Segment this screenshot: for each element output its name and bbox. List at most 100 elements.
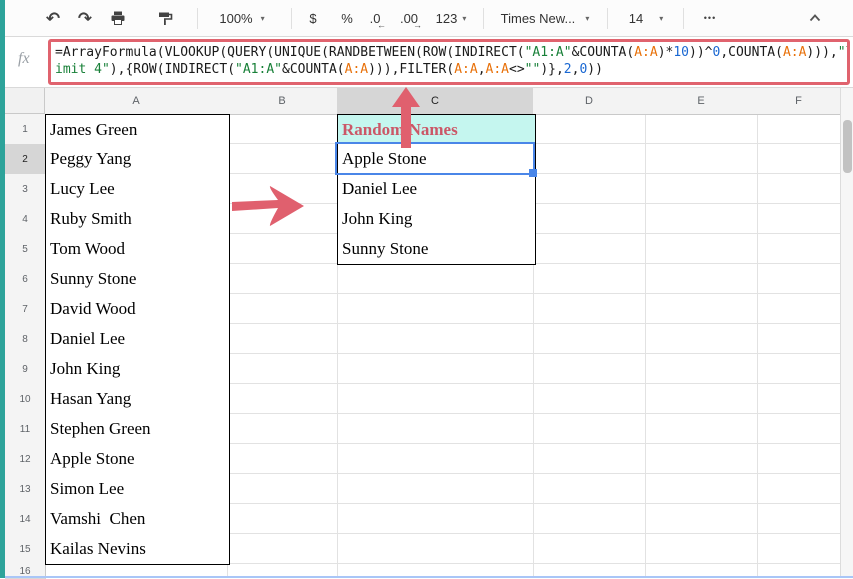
cell-a7[interactable]: David Wood — [45, 294, 230, 325]
spreadsheet-grid: A B C D E F 1 2 3 4 5 6 7 8 9 10 11 12 1… — [5, 88, 853, 578]
cell-a9[interactable]: John King — [45, 354, 230, 385]
vertical-scrollbar[interactable] — [840, 88, 853, 578]
formula-token: 2 — [564, 62, 572, 77]
row-header-7[interactable]: 7 — [5, 294, 46, 325]
row-header-13[interactable]: 13 — [5, 474, 46, 505]
cell-a14[interactable]: Vamshi Chen — [45, 504, 230, 535]
print-button[interactable] — [104, 4, 132, 32]
formula-bar: fx =ArrayFormula(VLOOKUP(QUERY(UNIQUE(RA… — [5, 37, 853, 88]
cell-a13[interactable]: Simon Lee — [45, 474, 230, 505]
formula-token: imit 4" — [55, 62, 110, 77]
cell-value: Stephen Green — [46, 419, 151, 439]
formula-token: "A1:A" — [235, 62, 282, 77]
chevron-up-icon — [807, 10, 823, 26]
cell-c3[interactable]: Daniel Lee — [337, 174, 536, 205]
fill-handle[interactable] — [529, 169, 537, 177]
cell-value: Ruby Smith — [46, 209, 132, 229]
formula-token: ,COUNTA( — [720, 45, 783, 60]
row-header-1[interactable]: 1 — [5, 114, 46, 145]
cell-a12[interactable]: Apple Stone — [45, 444, 230, 475]
row-header-8[interactable]: 8 — [5, 324, 46, 355]
zoom-select[interactable]: 100% ▾ — [211, 4, 273, 32]
undo-button[interactable]: ↶ — [39, 4, 67, 32]
cell-a8[interactable]: Daniel Lee — [45, 324, 230, 355]
font-family-select[interactable]: Times New... ▾ — [495, 4, 595, 32]
scrollbar-thumb[interactable] — [843, 120, 852, 173]
font-size-select[interactable]: 14 ▾ — [619, 4, 673, 32]
formula-input[interactable]: =ArrayFormula(VLOOKUP(QUERY(UNIQUE(RANDB… — [48, 39, 850, 85]
row-header-12[interactable]: 12 — [5, 444, 46, 475]
formula-token: "A1:A" — [525, 45, 572, 60]
more-options-button[interactable]: ••• — [695, 4, 725, 32]
formula-token: &COUNTA( — [282, 62, 345, 77]
formula-token: ))),FILTER( — [368, 62, 454, 77]
number-format-menu[interactable]: 123 ▾ — [429, 4, 473, 32]
cell-a5[interactable]: Tom Wood — [45, 234, 230, 265]
formula-line-2: imit 4"),{ROW(INDIRECT("A1:A"&COUNTA(A:A… — [55, 61, 843, 78]
row-header-5[interactable]: 5 — [5, 234, 46, 265]
more-ellipsis-icon: ••• — [704, 13, 716, 23]
row-header-6[interactable]: 6 — [5, 264, 46, 295]
paint-format-button[interactable] — [151, 4, 179, 32]
column-header-b[interactable]: B — [227, 88, 338, 115]
row-header-4[interactable]: 4 — [5, 204, 46, 235]
cell-value: Daniel Lee — [46, 329, 125, 349]
column-header-d[interactable]: D — [533, 88, 646, 115]
row-header-9[interactable]: 9 — [5, 354, 46, 385]
toolbar-separator — [197, 8, 198, 29]
row-header-11[interactable]: 11 — [5, 414, 46, 445]
formula-token: ))), — [806, 45, 837, 60]
row-header-10[interactable]: 10 — [5, 384, 46, 415]
cell-a1[interactable]: James Green — [45, 114, 230, 146]
row-header-15[interactable]: 15 — [5, 534, 46, 565]
column-header-f[interactable]: F — [757, 88, 841, 115]
formula-token: A:A — [454, 62, 477, 77]
paint-roller-icon — [157, 10, 173, 26]
vertical-gridline — [757, 114, 758, 578]
cell-c1-random-names-header[interactable]: Random Names — [337, 114, 536, 146]
row-header-14[interactable]: 14 — [5, 504, 46, 535]
toolbar-separator — [291, 8, 292, 29]
select-all-corner[interactable] — [5, 88, 45, 114]
column-header-c[interactable]: C — [337, 88, 534, 115]
cell-value: Peggy Yang — [46, 149, 131, 169]
cell-value: David Wood — [46, 299, 136, 319]
toolbar-separator — [607, 8, 608, 29]
hide-toolbar-button[interactable] — [801, 4, 829, 32]
dollar-icon: $ — [309, 11, 316, 26]
cell-c5[interactable]: Sunny Stone — [337, 234, 536, 265]
cell-a6[interactable]: Sunny Stone — [45, 264, 230, 295]
cell-c4[interactable]: John King — [337, 204, 536, 235]
cell-value: Hasan Yang — [46, 389, 131, 409]
cell-value: Sunny Stone — [338, 239, 428, 259]
redo-button[interactable]: ↷ — [71, 4, 99, 32]
formula-token: <> — [509, 62, 525, 77]
cell-a11[interactable]: Stephen Green — [45, 414, 230, 445]
cell-a4[interactable]: Ruby Smith — [45, 204, 230, 235]
toolbar-separator — [483, 8, 484, 29]
cell-value: Daniel Lee — [338, 179, 417, 199]
formula-token: ))^ — [689, 45, 712, 60]
cell-c2[interactable]: Apple Stone — [337, 144, 536, 175]
cell-a3[interactable]: Lucy Lee — [45, 174, 230, 205]
formula-token: )) — [587, 62, 603, 77]
row-header-3[interactable]: 3 — [5, 174, 46, 205]
formula-token: A:A — [486, 62, 509, 77]
percent-format-button[interactable]: % — [335, 4, 359, 32]
formula-token: 10 — [673, 45, 689, 60]
arrow-left-icon: ← — [377, 21, 386, 30]
formula-token: A:A — [783, 45, 806, 60]
cell-a2[interactable]: Peggy Yang — [45, 144, 230, 175]
cell-a10[interactable]: Hasan Yang — [45, 384, 230, 415]
cell-value: Vamshi Chen — [46, 509, 145, 529]
column-header-e[interactable]: E — [645, 88, 758, 115]
chevron-down-icon: ▾ — [585, 14, 589, 23]
cell-a15[interactable]: Kailas Nevins — [45, 534, 230, 565]
percent-icon: % — [341, 11, 353, 26]
formula-token: A:A — [634, 45, 657, 60]
column-header-a[interactable]: A — [45, 88, 228, 115]
formula-token: )}, — [540, 62, 563, 77]
currency-format-button[interactable]: $ — [301, 4, 325, 32]
row-header-2[interactable]: 2 — [5, 144, 46, 175]
cell-value: John King — [46, 359, 120, 379]
